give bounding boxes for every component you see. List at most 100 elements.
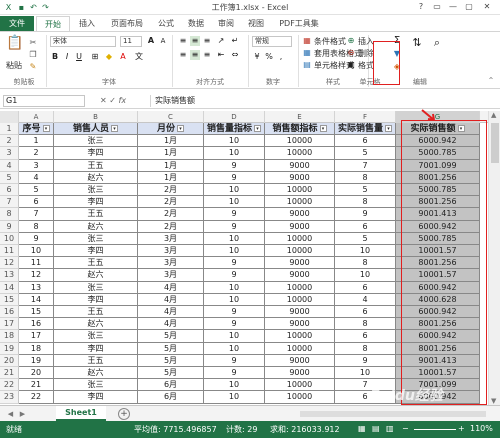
maximize-button[interactable]: ▢ [462,1,476,13]
table-cell[interactable]: 20 [19,367,54,380]
table-cell[interactable]: 10000 [265,281,335,294]
cancel-icon[interactable]: ✕ [100,96,107,105]
table-cell[interactable]: 1 [19,135,54,148]
row-header[interactable]: 23 [0,391,19,404]
table-cell[interactable]: 9 [204,171,265,184]
align-middle-icon[interactable]: ≡ [190,36,200,46]
row-header[interactable]: 7 [0,196,19,209]
cut-icon[interactable]: ✂ [28,38,38,48]
table-cell[interactable]: 9000 [265,269,335,282]
row-header[interactable]: 1 [0,123,19,136]
paste-icon[interactable]: 📋 [6,36,24,58]
table-cell[interactable]: 6 [335,220,396,233]
find-select-icon[interactable]: ⌕ [430,37,444,52]
row-header[interactable]: 13 [0,269,19,282]
table-cell[interactable]: 8 [335,171,396,184]
table-cell[interactable]: 9000 [265,159,335,172]
table-cell[interactable]: 1月 [138,147,204,160]
row-header[interactable]: 8 [0,208,19,221]
format-painter-icon[interactable]: ✎ [28,62,38,72]
align-left-icon[interactable]: ≡ [178,50,188,60]
table-cell[interactable]: 4月 [138,318,204,331]
table-cell[interactable]: 9000 [265,257,335,270]
shrink-font-icon[interactable]: A [158,36,168,46]
table-cell[interactable]: 10 [204,184,265,197]
merge-center-icon[interactable]: ⇔ [230,50,240,60]
table-header-cell[interactable]: 序号 ▾ [19,123,54,136]
table-cell[interactable]: 1月 [138,171,204,184]
table-cell[interactable]: 赵六 [54,367,138,380]
scroll-up-icon[interactable]: ▲ [491,111,496,119]
table-cell[interactable]: 9 [204,159,265,172]
row-header[interactable]: 6 [0,184,19,197]
table-cell[interactable]: 3月 [138,269,204,282]
table-cell[interactable]: 18 [19,342,54,355]
table-cell[interactable]: 9000 [265,367,335,380]
align-top-icon[interactable]: ≡ [178,36,188,46]
table-cell[interactable]: 6 [335,306,396,319]
formula-input[interactable]: 实际销售额 [150,95,496,107]
decrease-indent-icon[interactable]: ⇤ [216,50,226,60]
table-cell[interactable]: 19 [19,354,54,367]
table-cell[interactable]: 王五 [54,159,138,172]
row-header[interactable]: 11 [0,245,19,258]
font-color-icon[interactable]: A [118,52,128,62]
table-cell[interactable]: 10000 [265,135,335,148]
next-sheet-icon[interactable]: ▶ [18,409,27,419]
table-cell[interactable]: 9000 [265,171,335,184]
paste-button[interactable]: 粘贴 [6,60,22,71]
tab-review[interactable]: 审阅 [212,16,240,31]
table-cell[interactable]: 10000 [265,330,335,343]
table-header-cell[interactable]: 销售额指标 ▾ [265,123,335,136]
table-cell[interactable]: 5 [19,184,54,197]
table-cell[interactable]: 4月 [138,281,204,294]
table-cell[interactable]: 9000 [265,306,335,319]
row-header[interactable]: 4 [0,159,19,172]
column-header-b[interactable]: B [54,111,138,123]
row-header[interactable]: 19 [0,342,19,355]
zoom-slider[interactable] [414,429,456,430]
table-cell[interactable]: 9000 [265,354,335,367]
orientation-icon[interactable]: ↗ [216,36,226,46]
table-cell[interactable]: 6月 [138,379,204,392]
table-cell[interactable]: 王五 [54,208,138,221]
tab-home[interactable]: 开始 [36,16,70,31]
table-cell[interactable]: 10000 [265,391,335,404]
table-cell[interactable]: 8 [335,318,396,331]
table-cell[interactable]: 张三 [54,379,138,392]
tab-view[interactable]: 视图 [242,16,270,31]
add-sheet-button[interactable]: + [118,408,130,420]
wrap-text-icon[interactable]: ↵ [230,36,240,46]
table-cell[interactable]: 11 [19,257,54,270]
table-cell[interactable]: 赵六 [54,269,138,282]
phonetic-icon[interactable]: 文 [134,52,144,62]
scroll-thumb[interactable] [491,123,499,163]
vertical-scrollbar[interactable]: ▲ ▼ [488,111,500,405]
row-header[interactable]: 5 [0,171,19,184]
table-cell[interactable]: 10 [204,342,265,355]
table-cell[interactable]: 7 [19,208,54,221]
table-cell[interactable]: 王五 [54,257,138,270]
table-cell[interactable]: 10 [204,330,265,343]
table-cell[interactable]: 16 [19,318,54,331]
table-cell[interactable]: 李四 [54,342,138,355]
conditional-format-button[interactable]: 条件格式 [314,36,346,47]
row-header[interactable]: 14 [0,281,19,294]
table-header-cell[interactable]: 实际销售量 ▾ [335,123,396,136]
sheet-tab-sheet1[interactable]: Sheet1 [56,406,106,421]
table-cell[interactable]: 8 [335,342,396,355]
table-cell[interactable]: 10 [204,281,265,294]
table-cell[interactable]: 张三 [54,184,138,197]
table-cell[interactable]: 9000 [265,318,335,331]
filter-dropdown-icon[interactable]: ▾ [319,125,327,132]
table-cell[interactable]: 张三 [54,330,138,343]
table-header-cell[interactable]: 月份 ▾ [138,123,204,136]
column-header-c[interactable]: C [138,111,204,123]
table-cell[interactable]: 李四 [54,245,138,258]
percent-icon[interactable]: % [264,52,274,62]
table-cell[interactable]: 李四 [54,147,138,160]
delete-cells-icon[interactable]: ⊖ [346,48,356,58]
conditional-format-icon[interactable]: ▦ [302,36,312,46]
table-cell[interactable]: 9 [204,367,265,380]
bold-icon[interactable]: B [50,52,60,62]
